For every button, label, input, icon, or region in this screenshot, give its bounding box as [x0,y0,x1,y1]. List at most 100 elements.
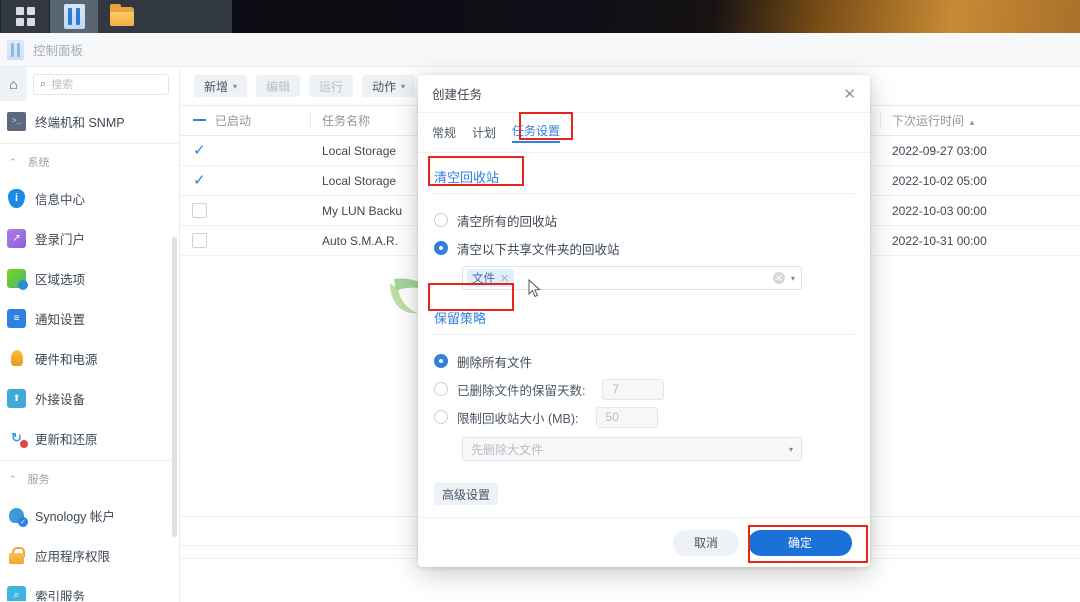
edit-button[interactable]: 编辑 [256,75,301,97]
option-label: 删除所有文件 [457,355,533,370]
sidebar-item-label: 应用程序权限 [35,549,111,564]
hardware-icon [7,349,26,368]
sidebar-group-label: 系统 [27,157,50,169]
sidebar-item-external-devices[interactable]: 外接设备 [0,378,179,418]
window-title: 控制面板 [33,44,84,58]
chevron-up-icon: ⌃ [9,156,17,167]
sidebar-scrollbar[interactable] [172,237,177,537]
radio-button[interactable] [434,354,448,368]
tab-general[interactable]: 常规 [432,124,456,141]
header-enabled-label: 已启动 [215,114,252,128]
action-label: 动作 [372,79,397,94]
lock-icon [7,546,26,565]
sort-ascending-icon: ▲ [968,118,976,127]
retention-days-input[interactable]: 7 [602,378,665,400]
sidebar: ⌂ ⌕ 搜索 终端机和 SNMP ⌃ 系统 [0,67,180,602]
cell-next-run: 2022-09-27 03:00 [880,135,1080,166]
deletion-order-select[interactable]: 先删除大文件 ▾ [462,437,802,461]
cancel-button[interactable]: 取消 [673,529,739,556]
option-empty-selected-shared-folders[interactable]: 清空以下共享文件夹的回收站 [434,234,854,262]
sidebar-item-terminal-snmp[interactable]: 终端机和 SNMP [0,101,179,141]
option-delete-all-files[interactable]: 删除所有文件 [434,347,854,375]
run-button[interactable]: 运行 [309,75,354,97]
confirm-button[interactable]: 确定 [748,529,852,556]
window-titlebar: 控制面板 [0,33,1080,67]
header-next-run[interactable]: 下次运行时间 ▲ [880,105,1080,136]
edit-label: 编辑 [266,79,291,94]
notification-icon [7,308,26,328]
sidebar-item-label: 外接设备 [35,392,86,407]
sidebar-item-label: 通知设置 [35,312,86,327]
option-retention-days[interactable]: 已删除文件的保留天数: 7 [434,375,854,403]
sidebar-item-label: 索引服务 [35,589,86,602]
sidebar-item-label: 终端机和 SNMP [35,115,125,130]
sidebar-item-indexing-service[interactable]: 索引服务 [0,575,179,601]
cancel-label: 取消 [693,536,718,550]
mouse-cursor [528,279,541,298]
select-all-checkbox[interactable] [192,113,207,128]
screen: 控制面板 ⌂ ⌕ 搜索 终端机和 SNMP [0,0,1080,602]
cell-next-run: 2022-10-02 05:00 [880,165,1080,196]
sidebar-group-system[interactable]: ⌃ 系统 [0,146,179,178]
region-icon [7,268,28,290]
radio-button[interactable] [434,410,448,424]
header-enabled[interactable]: 已启动 [180,105,310,136]
empty-recycle-section-title: 清空回收站 [434,170,500,185]
tab-schedule[interactable]: 计划 [472,124,496,141]
close-icon[interactable]: ✕ [843,85,856,103]
dialog-tabs: 常规 计划 任务设置 [418,113,870,153]
shared-folder-select[interactable]: 文件 ✕ ✕ ▾ [462,266,802,290]
tab-task-settings[interactable]: 任务设置 [512,122,561,143]
sidebar-divider [0,460,179,461]
action-button[interactable]: 动作 ▾ [362,75,416,97]
sidebar-home-button[interactable]: ⌂ [0,67,27,101]
option-recycle-bin-size-limit[interactable]: 限制回收站大小 (MB): 50 [434,403,854,431]
cell-enabled[interactable] [180,135,310,166]
create-task-button[interactable]: 新增 ▾ [194,75,248,97]
row-checkbox[interactable] [192,171,207,189]
sidebar-item-notification[interactable]: 通知设置 [0,298,179,338]
radio-button[interactable] [434,241,448,255]
cell-enabled[interactable] [180,195,310,226]
close-icon[interactable]: ✕ [500,272,509,285]
row-checkbox[interactable] [192,203,207,219]
sidebar-group-service[interactable]: ⌃ 服务 [0,463,179,495]
home-icon: ⌂ [9,76,18,92]
sidebar-item-login-portal[interactable]: 登录门户 [0,218,179,258]
clear-circle-icon[interactable]: ✕ [772,272,785,284]
search-input[interactable]: ⌕ 搜索 [33,73,169,95]
cell-enabled[interactable] [180,225,310,256]
taskbar-control-panel-button[interactable] [50,0,98,33]
sidebar-divider [0,143,179,144]
retention-section-title: 保留策略 [434,311,487,326]
portal-icon [7,228,26,248]
chevron-down-icon[interactable]: ▾ [791,274,795,283]
option-label: 已删除文件的保留天数: [457,383,586,398]
sidebar-item-label: 硬件和电源 [35,352,98,367]
sidebar-item-regional-options[interactable]: 区域选项 [0,258,179,298]
option-empty-all-recycle-bins[interactable]: 清空所有的回收站 [434,206,854,234]
taskbar-apps-grid-button[interactable] [1,0,49,33]
sidebar-item-label: 信息中心 [35,192,86,207]
search-icon: ⌕ [40,77,47,90]
advanced-settings-button[interactable]: 高级设置 [434,483,498,505]
sidebar-item-application-privileges[interactable]: 应用程序权限 [0,535,179,575]
cell-next-run: 2022-10-03 00:00 [880,195,1080,226]
option-label: 限制回收站大小 (MB): [457,411,579,426]
radio-button[interactable] [434,213,448,227]
cell-enabled[interactable] [180,165,310,196]
control-panel-icon [7,39,24,60]
search-placeholder: 搜索 [51,79,74,91]
row-checkbox[interactable] [192,141,207,159]
dialog-header: 创建任务 ✕ [418,75,870,113]
dialog-body: 清空回收站 清空所有的回收站 清空以下共享文件夹的回收站 文件 ✕ ✕ ▾ 保留… [418,153,870,517]
sidebar-item-update-restore[interactable]: 更新和还原 [0,418,179,458]
radio-button[interactable] [434,382,448,396]
row-checkbox[interactable] [192,233,207,249]
sidebar-item-synology-account[interactable]: Synology 帐户 [0,495,179,535]
recycle-bin-size-input[interactable]: 50 [595,406,658,428]
empty-recycle-section: 清空回收站 清空所有的回收站 清空以下共享文件夹的回收站 文件 ✕ ✕ ▾ [434,167,854,290]
sidebar-item-hardware-power[interactable]: 硬件和电源 [0,338,179,378]
taskbar-file-station-button[interactable] [98,0,146,33]
sidebar-item-info-center[interactable]: 信息中心 [0,178,179,218]
